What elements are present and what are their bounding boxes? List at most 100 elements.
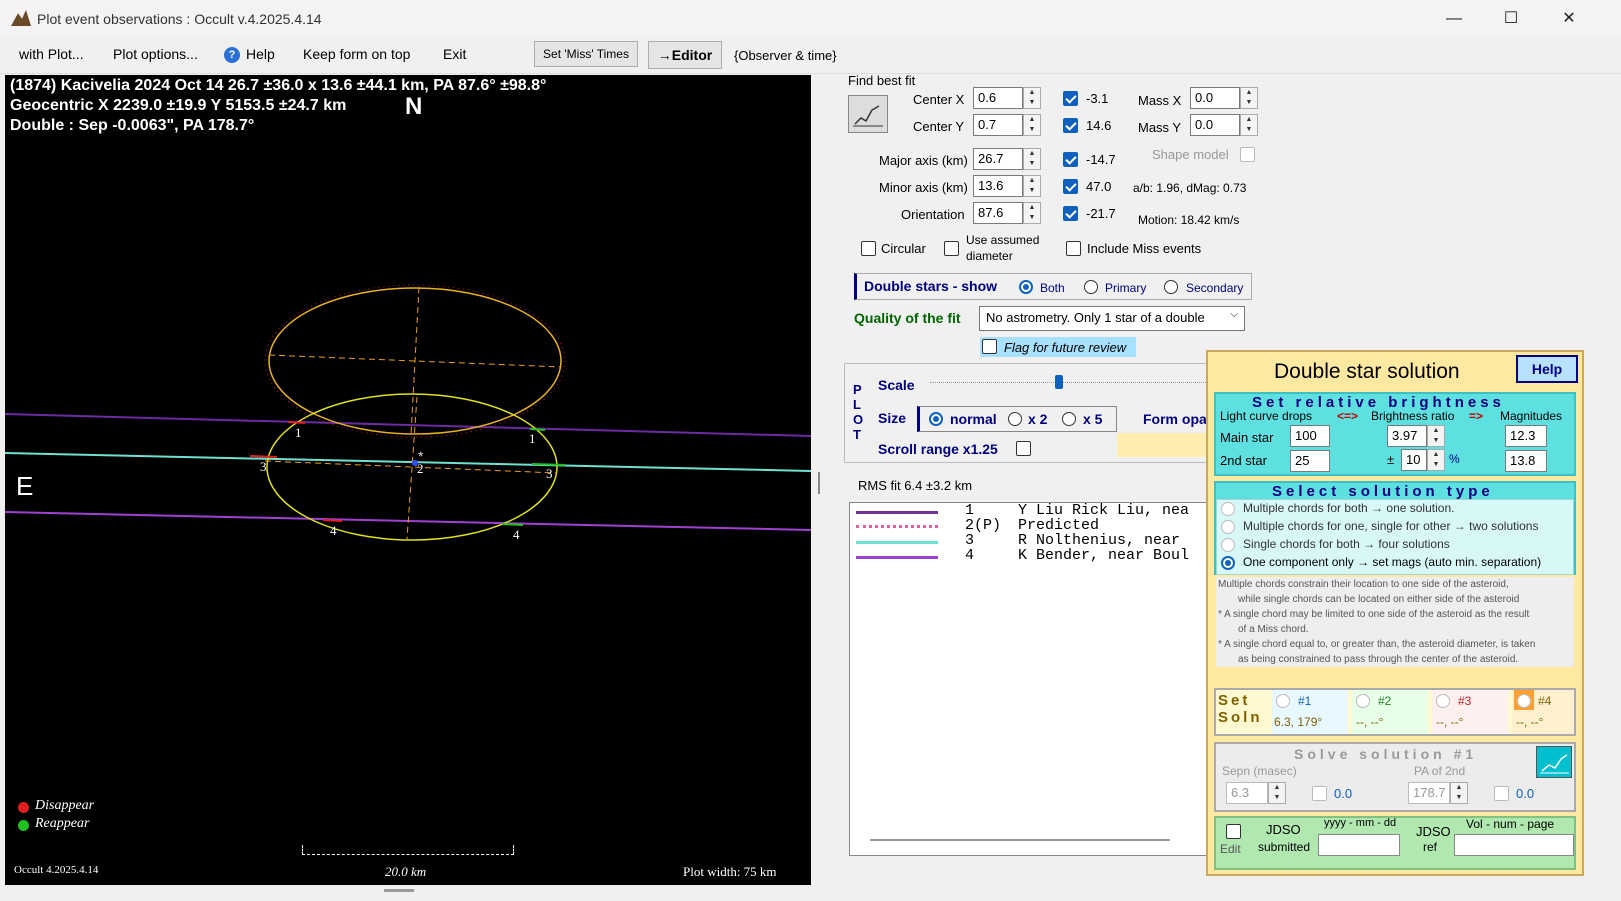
center-x-spinner[interactable]: ▲ ▼ — [1023, 87, 1041, 109]
plot-canvas[interactable]: (1874) Kacivelia 2024 Oct 14 26.7 ±36.0 … — [5, 75, 811, 885]
brightness-ratio-input[interactable]: 3.97 — [1387, 425, 1427, 447]
scroll-range-checkbox[interactable] — [1016, 441, 1031, 456]
minimize-button[interactable]: — — [1440, 8, 1468, 30]
fit-center-y-checkbox[interactable] — [1063, 118, 1078, 133]
soln-4-label: #4 — [1538, 694, 1552, 708]
assumed-diameter-checkbox[interactable] — [944, 241, 959, 256]
legend-item: 1 — [965, 502, 975, 519]
shape-model-checkbox[interactable] — [1240, 147, 1255, 162]
splitter-handle[interactable] — [818, 472, 820, 494]
fit-graph-button[interactable] — [848, 95, 888, 133]
pa-input[interactable]: 178.7 — [1408, 782, 1450, 804]
main-star-mag: 12.3 — [1505, 425, 1547, 447]
show-both-radio[interactable] — [1019, 280, 1033, 294]
fit-major-checkbox[interactable] — [1063, 152, 1078, 167]
circular-label: Circular — [881, 241, 926, 256]
relative-brightness-box: Set relative brightness Light curve drop… — [1214, 392, 1576, 476]
mass-x-spinner[interactable]: ▲ ▼ — [1240, 87, 1258, 109]
separation-input[interactable]: 6.3 — [1226, 782, 1268, 804]
include-miss-checkbox[interactable] — [1066, 241, 1081, 256]
version-label: Occult 4.2025.4.14 — [14, 864, 99, 876]
center-y-input[interactable]: 0.7 — [973, 114, 1023, 136]
close-button[interactable]: ✕ — [1555, 8, 1583, 30]
editor-button[interactable]: →Editor — [648, 41, 722, 69]
legend-scrollbar[interactable] — [870, 839, 1170, 841]
minor-axis-input[interactable]: 13.6 — [973, 175, 1023, 197]
minor-axis-spinner[interactable]: ▲ ▼ — [1023, 175, 1041, 197]
disappear-label: Disappear — [35, 798, 95, 813]
legend-item: 3 — [965, 532, 975, 549]
flag-review-checkbox[interactable] — [982, 339, 997, 354]
scale-bar — [302, 845, 514, 855]
second-star-drop-input[interactable]: 25 — [1290, 450, 1330, 472]
center-x-uncertainty: -3.1 — [1086, 91, 1109, 106]
menu-exit[interactable]: Exit — [443, 46, 466, 62]
opt-multi-single-radio[interactable] — [1221, 520, 1235, 534]
major-axis-input[interactable]: 26.7 — [973, 148, 1023, 170]
jdso-ref-input[interactable] — [1454, 834, 1574, 856]
opt-multi-both-radio[interactable] — [1221, 502, 1235, 516]
solve-graph-button[interactable] — [1536, 746, 1572, 778]
jdso-date-label: yyyy - mm - dd — [1324, 817, 1397, 829]
fit-orientation-checkbox[interactable] — [1063, 206, 1078, 221]
bottom-resize-handle[interactable] — [384, 889, 414, 892]
opt-multi-both-label: Multiple chords for both → one solution. — [1243, 501, 1455, 515]
jdso-date-input[interactable] — [1318, 834, 1400, 856]
jdso-edit-checkbox[interactable] — [1226, 824, 1241, 839]
scale-slider-thumb[interactable] — [1055, 375, 1063, 389]
maximize-button[interactable]: ☐ — [1497, 8, 1525, 30]
scale-slider[interactable] — [930, 382, 1210, 386]
menu-help[interactable]: Help — [246, 46, 275, 62]
soln-1-radio[interactable] — [1276, 694, 1290, 708]
soln-2-label: #2 — [1378, 694, 1392, 708]
size-normal-label: normal — [950, 411, 997, 427]
circular-checkbox[interactable] — [861, 241, 876, 256]
mass-y-spinner[interactable]: ▲ ▼ — [1240, 114, 1258, 136]
center-y-spinner[interactable]: ▲ ▼ — [1023, 114, 1041, 136]
opacity-slider[interactable] — [1117, 433, 1207, 457]
opt-single-both-radio[interactable] — [1221, 538, 1235, 552]
ratio-spinner[interactable]: ▲ ▼ — [1427, 425, 1445, 447]
diameter-label: diameter — [966, 249, 1013, 263]
show-secondary-radio[interactable] — [1164, 280, 1178, 294]
soln-4-radio[interactable] — [1517, 694, 1531, 708]
fit-center-x-checkbox[interactable] — [1063, 91, 1078, 106]
mass-y-input[interactable]: 0.0 — [1190, 114, 1240, 136]
size-x5-radio[interactable] — [1062, 412, 1076, 426]
orientation-spinner[interactable]: ▲ ▼ — [1023, 202, 1041, 224]
main-star-label: Main star — [1220, 430, 1274, 445]
pa-spinner[interactable]: ▲ ▼ — [1450, 782, 1468, 804]
menu-with-plot[interactable]: with Plot... — [19, 46, 84, 62]
separation-fix-checkbox[interactable] — [1312, 786, 1327, 801]
note-line: as being constrained to pass through the… — [1238, 654, 1519, 665]
menu-keep-on-top[interactable]: Keep form on top — [303, 46, 410, 62]
size-x2-label: x 2 — [1028, 411, 1048, 427]
observer-time-label[interactable]: {Observer & time} — [734, 48, 837, 63]
second-star-label: 2nd star — [1220, 453, 1267, 468]
major-uncertainty: -14.7 — [1086, 152, 1116, 167]
major-axis-spinner[interactable]: ▲ ▼ — [1023, 148, 1041, 170]
size-normal-radio[interactable] — [929, 412, 943, 426]
separation-spinner[interactable]: ▲ ▼ — [1268, 782, 1286, 804]
soln-3-radio[interactable] — [1436, 694, 1450, 708]
menu-plot-options[interactable]: Plot options... — [113, 46, 198, 62]
note-line: of a Miss chord. — [1238, 624, 1309, 635]
fit-minor-checkbox[interactable] — [1063, 179, 1078, 194]
center-x-input[interactable]: 0.6 — [973, 87, 1023, 109]
soln-2-radio[interactable] — [1356, 694, 1370, 708]
disappear-dot — [18, 802, 29, 813]
show-primary-radio[interactable] — [1084, 280, 1098, 294]
opt-one-component-radio[interactable] — [1221, 556, 1235, 570]
minor-axis-label: Minor axis (km) — [879, 180, 968, 195]
opt-multi-single-label: Multiple chords for one, single for othe… — [1243, 519, 1539, 533]
percent-input[interactable]: 10 — [1401, 449, 1427, 471]
set-miss-times-button[interactable]: Set 'Miss' Times — [534, 41, 638, 67]
mass-x-input[interactable]: 0.0 — [1190, 87, 1240, 109]
main-star-drop-input[interactable]: 100 — [1290, 425, 1330, 447]
size-x2-radio[interactable] — [1008, 412, 1022, 426]
quality-select[interactable]: No astrometry. Only 1 star of a double ⌵ — [979, 306, 1245, 331]
orientation-input[interactable]: 87.6 — [973, 202, 1023, 224]
pa-fix-checkbox[interactable] — [1494, 786, 1509, 801]
dss-help-button[interactable]: Help — [1516, 355, 1578, 383]
percent-spinner[interactable]: ▲ ▼ — [1427, 449, 1445, 471]
